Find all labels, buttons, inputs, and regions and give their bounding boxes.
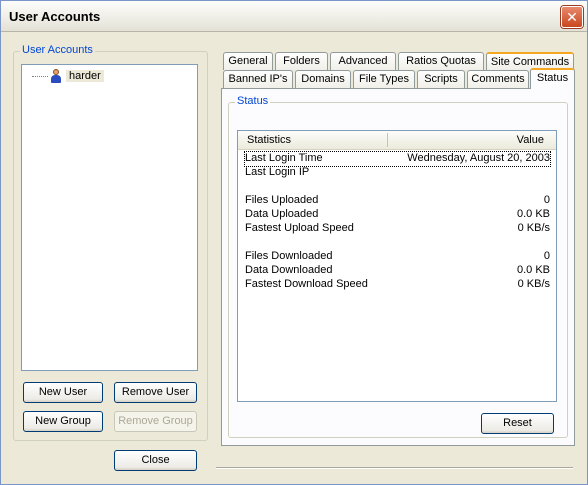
stat-value: 0 KB/s: [517, 278, 550, 290]
user-accounts-window: User Accounts ✕ User Accounts harder New…: [0, 0, 588, 485]
stat-name: Data Downloaded: [245, 264, 333, 276]
stat-value: 0.0 KB: [516, 264, 550, 276]
stat-name: Last Login IP: [245, 166, 310, 178]
list-item[interactable]: Files Uploaded 0: [245, 194, 550, 208]
list-item[interactable]: Fastest Download Speed 0 KB/s: [245, 278, 550, 292]
tab-advanced[interactable]: Advanced: [330, 52, 396, 70]
user-icon: [50, 69, 62, 83]
list-item[interactable]: Data Downloaded 0.0 KB: [245, 264, 550, 278]
column-value[interactable]: Value: [517, 134, 544, 146]
list-item[interactable]: Data Uploaded 0.0 KB: [245, 208, 550, 222]
tab-folders[interactable]: Folders: [275, 52, 328, 70]
tab-comments[interactable]: Comments: [467, 70, 529, 88]
tab-file-types[interactable]: File Types: [353, 70, 415, 88]
tree-connector: [32, 75, 48, 77]
list-item[interactable]: Last Login Time Wednesday, August 20, 20…: [244, 151, 551, 167]
tree-item-user[interactable]: harder: [32, 68, 104, 84]
new-group-button[interactable]: New Group: [23, 411, 103, 432]
close-button[interactable]: Close: [114, 450, 197, 471]
status-legend: Status: [235, 95, 271, 107]
tab-general[interactable]: General: [223, 52, 273, 70]
tab-banned-ips[interactable]: Banned IP's: [223, 70, 293, 88]
close-window-button[interactable]: ✕: [561, 6, 583, 28]
stat-value: 0.0 KB: [516, 208, 550, 220]
stat-value: Wednesday, August 20, 2003: [407, 152, 550, 164]
remove-group-button[interactable]: Remove Group: [114, 411, 197, 432]
user-accounts-tree[interactable]: harder: [21, 64, 198, 371]
user-name: harder: [66, 70, 104, 82]
stat-name: Fastest Download Speed: [245, 278, 368, 290]
column-statistics[interactable]: Statistics: [247, 134, 291, 146]
new-user-button[interactable]: New User: [23, 382, 103, 403]
tab-scripts[interactable]: Scripts: [417, 70, 465, 88]
remove-user-button[interactable]: Remove User: [114, 382, 197, 403]
bottom-divider: [216, 467, 573, 469]
reset-button[interactable]: Reset: [481, 413, 554, 434]
tab-ratios-quotas[interactable]: Ratios Quotas: [398, 52, 484, 70]
user-accounts-legend: User Accounts: [20, 44, 95, 56]
title-bar[interactable]: User Accounts ✕: [1, 1, 587, 32]
tab-status[interactable]: Status: [530, 68, 575, 89]
list-item[interactable]: Last Login IP: [245, 166, 550, 180]
list-header: Statistics Value: [238, 131, 556, 150]
close-icon: ✕: [566, 9, 578, 25]
stat-value: 0 KB/s: [517, 222, 550, 234]
stat-name: Files Downloaded: [245, 250, 333, 262]
window-title: User Accounts: [9, 9, 101, 24]
list-item[interactable]: Fastest Upload Speed 0 KB/s: [245, 222, 550, 236]
statistics-list[interactable]: Statistics Value Last Login Time Wednesd…: [237, 130, 557, 402]
stat-name: Files Uploaded: [245, 194, 319, 206]
column-divider[interactable]: [387, 133, 388, 147]
stat-value: 0: [543, 250, 550, 262]
stat-name: Last Login Time: [245, 152, 323, 164]
stat-name: Data Uploaded: [245, 208, 319, 220]
list-item[interactable]: Files Downloaded 0: [245, 250, 550, 264]
stat-value: 0: [543, 194, 550, 206]
tab-domains[interactable]: Domains: [295, 70, 351, 88]
stat-name: Fastest Upload Speed: [245, 222, 354, 234]
